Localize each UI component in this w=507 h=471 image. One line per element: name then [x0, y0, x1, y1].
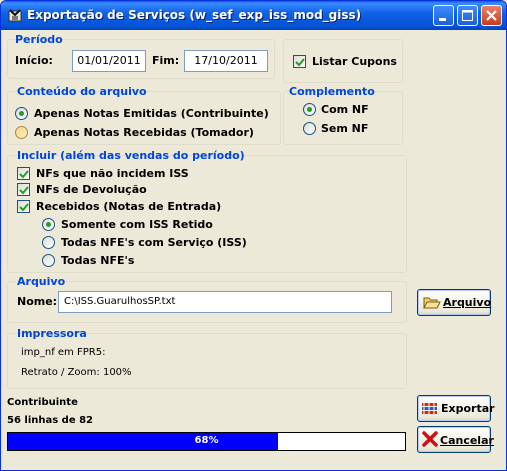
- com-nf-label: Com NF: [321, 103, 369, 116]
- close-icon: [486, 10, 497, 21]
- nfs-devolucao-checkbox[interactable]: [17, 183, 30, 196]
- impressora-line2: Retrato / Zoom: 100%: [21, 367, 132, 378]
- apenas-emitidas-label: Apenas Notas Emitidas (Contribuinte): [34, 107, 269, 120]
- checkmark-icon: [19, 186, 29, 195]
- nome-label: Nome:: [17, 295, 58, 308]
- apenas-recebidas-label: Apenas Notas Recebidas (Tomador): [34, 126, 254, 139]
- status-label: Contribuinte: [7, 397, 78, 408]
- arquivo-button[interactable]: Arquivo: [417, 289, 491, 316]
- apenas-emitidas-radio[interactable]: [15, 107, 28, 120]
- incluir-title: Incluir (além das vendas do período): [17, 149, 245, 162]
- recebidos-label: Recebidos (Notas de Entrada): [36, 200, 222, 213]
- todas-nfe-servico-label: Todas NFE's com Serviço (ISS): [61, 236, 247, 249]
- apenas-recebidas-radio[interactable]: [15, 126, 28, 139]
- fim-label: Fim:: [152, 54, 180, 67]
- recebidos-checkbox[interactable]: [17, 200, 30, 213]
- window-title: Exportação de Serviços (w_sef_exp_iss_mo…: [27, 8, 362, 22]
- somente-iss-retido-label: Somente com ISS Retido: [61, 218, 213, 231]
- periodo-title: Período: [15, 33, 63, 46]
- sem-nf-label: Sem NF: [321, 122, 369, 135]
- arquivo-title: Arquivo: [17, 275, 66, 288]
- somente-iss-retido-radio[interactable]: [42, 218, 55, 231]
- progress-bar: 68%: [7, 432, 406, 451]
- cancelar-button[interactable]: Cancelar: [417, 426, 494, 453]
- sem-nf-radio[interactable]: [303, 122, 316, 135]
- minimize-icon: [439, 18, 446, 21]
- impressora-title: Impressora: [17, 327, 87, 340]
- todas-nfe-servico-radio[interactable]: [42, 236, 55, 249]
- complemento-group: [283, 91, 403, 145]
- exportar-button[interactable]: Exportar: [417, 395, 495, 422]
- nome-arquivo-input[interactable]: C:\ISS.GuarulhosSP.txt: [58, 291, 392, 313]
- nfs-nao-incidem-label: NFs que não incidem ISS: [36, 167, 189, 180]
- export-services-window: Exportação de Serviços (w_sef_exp_iss_mo…: [0, 0, 507, 471]
- cancelar-button-label: Cancelar: [440, 434, 494, 447]
- exportar-button-label: Exportar: [441, 402, 495, 415]
- app-icon: [7, 7, 23, 23]
- minimize-button[interactable]: [433, 5, 454, 26]
- fim-date-input[interactable]: 17/10/2011: [184, 50, 268, 72]
- impressora-group: [7, 333, 407, 389]
- inicio-date-input[interactable]: 01/01/2011: [72, 50, 146, 72]
- listar-cupons-checkbox[interactable]: [293, 55, 306, 68]
- todas-nfe-radio[interactable]: [42, 254, 55, 267]
- maximize-button[interactable]: [457, 5, 478, 26]
- export-icon: [421, 401, 439, 420]
- checkmark-icon: [295, 58, 305, 67]
- com-nf-radio[interactable]: [303, 103, 316, 116]
- nfs-nao-incidem-checkbox[interactable]: [17, 167, 30, 180]
- maximize-icon: [462, 10, 473, 21]
- todas-nfe-label: Todas NFE's: [61, 254, 135, 267]
- checkmark-icon: [19, 170, 29, 179]
- progress-text: 68%: [194, 435, 219, 446]
- inicio-label: Início:: [15, 54, 53, 67]
- nfs-devolucao-label: NFs de Devolução: [36, 183, 147, 196]
- listar-cupons-label: Listar Cupons: [312, 55, 397, 68]
- cancel-x-icon: [422, 431, 438, 450]
- impressora-line1: imp_nf em FPR5:: [21, 347, 106, 358]
- folder-open-icon: [423, 295, 441, 314]
- close-button[interactable]: [481, 5, 502, 26]
- conteudo-title: Conteúdo do arquivo: [17, 85, 147, 98]
- complemento-title: Complemento: [289, 85, 375, 98]
- status-count: 56 linhas de 82: [7, 415, 94, 426]
- title-bar[interactable]: Exportação de Serviços (w_sef_exp_iss_mo…: [1, 1, 506, 30]
- checkmark-icon: [19, 203, 29, 212]
- arquivo-button-label: Arquivo: [443, 296, 492, 309]
